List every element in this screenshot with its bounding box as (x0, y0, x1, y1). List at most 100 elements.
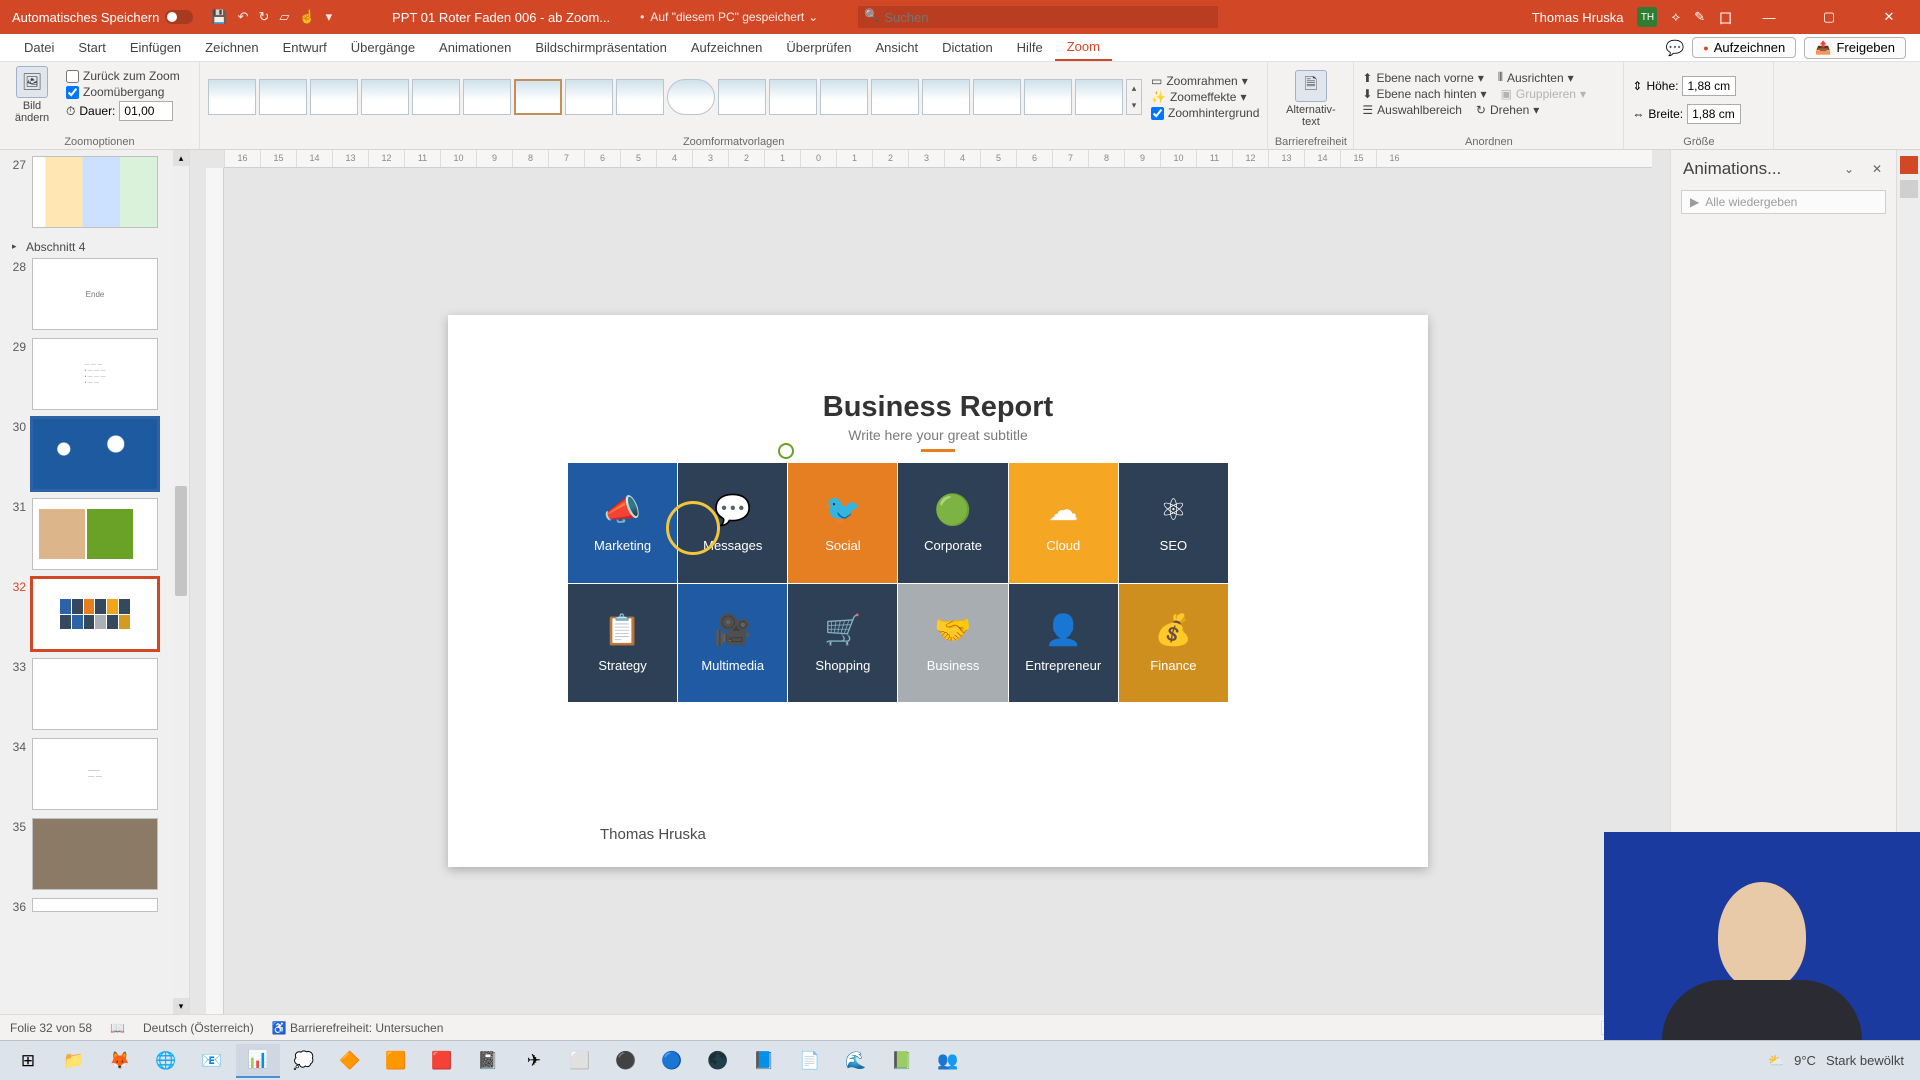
rotation-handle-icon[interactable] (778, 443, 794, 459)
start-button[interactable]: ⊞ (6, 1044, 50, 1078)
style-item[interactable] (412, 79, 460, 115)
thumbs-scrollbar[interactable]: ▴ ▾ (173, 150, 189, 1014)
thumb-row[interactable]: 33 (8, 658, 167, 730)
zoom-transition-checkbox[interactable]: Zoomübergang (66, 85, 180, 99)
maximize-button[interactable]: ▢ (1806, 1, 1852, 33)
search-input[interactable] (858, 6, 1218, 28)
minimize-button[interactable]: — (1746, 1, 1792, 33)
thumb-row[interactable]: 31 (8, 498, 167, 570)
thumb-row[interactable]: 30 (8, 418, 167, 490)
system-tray[interactable]: ⛅ 9°C Stark bewölkt (1768, 1053, 1914, 1069)
powerpoint-icon[interactable]: 📊 (236, 1044, 280, 1078)
width-input[interactable] (1687, 104, 1741, 124)
duration-stepper[interactable]: ⏱ Dauer: (66, 101, 180, 121)
tile-marketing[interactable]: 📣Marketing (568, 463, 677, 583)
tab-einfuegen[interactable]: Einfügen (118, 34, 193, 61)
qat-more-icon[interactable]: ▾ (326, 9, 333, 25)
style-item[interactable] (820, 79, 868, 115)
tab-entwurf[interactable]: Entwurf (271, 34, 339, 61)
style-item[interactable] (922, 79, 970, 115)
app-icon[interactable]: 🌑 (696, 1044, 740, 1078)
scroll-track[interactable] (173, 166, 189, 998)
thumb-row[interactable]: 32 (8, 578, 167, 650)
redo-icon[interactable]: ↻ (259, 9, 270, 25)
app-icon[interactable]: 📄 (788, 1044, 832, 1078)
thumb-row[interactable]: 29— — —• — — —• — — —• — — (8, 338, 167, 410)
style-item[interactable] (463, 79, 511, 115)
spellcheck-icon[interactable]: 📖 (110, 1021, 125, 1035)
accessibility-checker[interactable]: ♿ Barrierefreiheit: Untersuchen (272, 1021, 444, 1035)
style-item[interactable] (1024, 79, 1072, 115)
tab-dictation[interactable]: Dictation (930, 34, 1005, 61)
return-to-zoom-checkbox[interactable]: Zurück zum Zoom (66, 69, 180, 83)
section-header[interactable]: Abschnitt 4 (8, 236, 167, 258)
zoom-frame-button[interactable]: ▭ Zoomrahmen ▾ (1151, 74, 1259, 88)
user-avatar[interactable]: TH (1637, 7, 1657, 27)
privacy-icon[interactable]: ✎ (1694, 9, 1705, 25)
thumb-row[interactable]: 35 (8, 818, 167, 890)
vlc-icon[interactable]: 🔶 (328, 1044, 372, 1078)
tab-start[interactable]: Start (66, 34, 117, 61)
obs-icon[interactable]: ⚫ (604, 1044, 648, 1078)
close-icon[interactable]: ✕ (1866, 158, 1888, 180)
style-item[interactable] (718, 79, 766, 115)
save-icon[interactable]: 💾 (211, 9, 227, 25)
style-item[interactable] (667, 79, 715, 115)
app-icon[interactable]: 🔵 (650, 1044, 694, 1078)
duration-input[interactable] (119, 101, 173, 121)
slide-canvas[interactable]: Business Report Write here your great su… (448, 315, 1428, 867)
outlook-icon[interactable]: 📧 (190, 1044, 234, 1078)
thumb-row[interactable]: 36 (8, 898, 167, 912)
bring-forward-button[interactable]: ⬆ Ebene nach vorne ▾ (1362, 71, 1484, 85)
strip-item[interactable] (1900, 180, 1918, 198)
thumb-row[interactable]: 34——— — (8, 738, 167, 810)
scroll-down-icon[interactable]: ▾ (173, 998, 189, 1014)
tile-strategy[interactable]: 📋Strategy (568, 584, 677, 702)
slide-author[interactable]: Thomas Hruska (600, 826, 706, 843)
height-stepper[interactable]: ⇕ Höhe: (1632, 76, 1765, 96)
style-item[interactable] (616, 79, 664, 115)
tab-hilfe[interactable]: Hilfe (1005, 34, 1055, 61)
tile-entrepreneur[interactable]: 👤Entrepreneur (1009, 584, 1118, 702)
height-input[interactable] (1682, 76, 1736, 96)
comments-icon[interactable]: 💬 (1666, 39, 1685, 57)
window-icon[interactable]: 囗 (1719, 8, 1732, 27)
style-item[interactable] (514, 79, 562, 115)
slide-subtitle[interactable]: Write here your great subtitle (448, 427, 1428, 452)
autosave-toggle[interactable]: Automatisches Speichern (4, 10, 201, 25)
tile-cloud[interactable]: ☁Cloud (1009, 463, 1118, 583)
slideshow-icon[interactable]: ▱ (279, 9, 289, 25)
scroll-handle[interactable] (175, 486, 187, 596)
gallery-more[interactable]: ▴▾ (1126, 79, 1142, 115)
telegram-icon[interactable]: ✈ (512, 1044, 556, 1078)
slide-counter[interactable]: Folie 32 von 58 (10, 1021, 92, 1035)
firefox-icon[interactable]: 🦊 (98, 1044, 142, 1078)
style-item[interactable] (769, 79, 817, 115)
tab-ansicht[interactable]: Ansicht (863, 34, 930, 61)
style-item[interactable] (565, 79, 613, 115)
app-icon[interactable]: 💭 (282, 1044, 326, 1078)
zoom-effects-button[interactable]: ✨ Zoomeffekte ▾ (1151, 90, 1259, 104)
tile-social[interactable]: 🐦Social (788, 463, 897, 583)
close-button[interactable]: ✕ (1866, 1, 1912, 33)
chrome-icon[interactable]: 🌐 (144, 1044, 188, 1078)
slide-title[interactable]: Business Report (448, 391, 1428, 424)
style-item[interactable] (973, 79, 1021, 115)
undo-icon[interactable]: ↶ (238, 9, 249, 25)
tab-zeichnen[interactable]: Zeichnen (193, 34, 270, 61)
play-all-button[interactable]: ▶ Alle wiedergeben (1681, 190, 1886, 214)
thumb-row[interactable]: 28Ende (8, 258, 167, 330)
width-stepper[interactable]: ⇔ Breite: (1632, 104, 1765, 124)
explorer-icon[interactable]: 📁 (52, 1044, 96, 1078)
style-item[interactable] (361, 79, 409, 115)
app-icon[interactable]: 🟧 (374, 1044, 418, 1078)
zoom-background-checkbox[interactable]: Zoomhintergrund (1151, 106, 1259, 120)
tab-datei[interactable]: Datei (12, 34, 66, 61)
strip-item[interactable] (1900, 156, 1918, 174)
search-box[interactable] (858, 6, 1218, 28)
coming-soon-icon[interactable]: ⟡ (1671, 9, 1680, 25)
style-item[interactable] (208, 79, 256, 115)
user-name[interactable]: Thomas Hruska (1532, 10, 1624, 25)
tab-uebergaenge[interactable]: Übergänge (339, 34, 427, 61)
style-item[interactable] (310, 79, 358, 115)
